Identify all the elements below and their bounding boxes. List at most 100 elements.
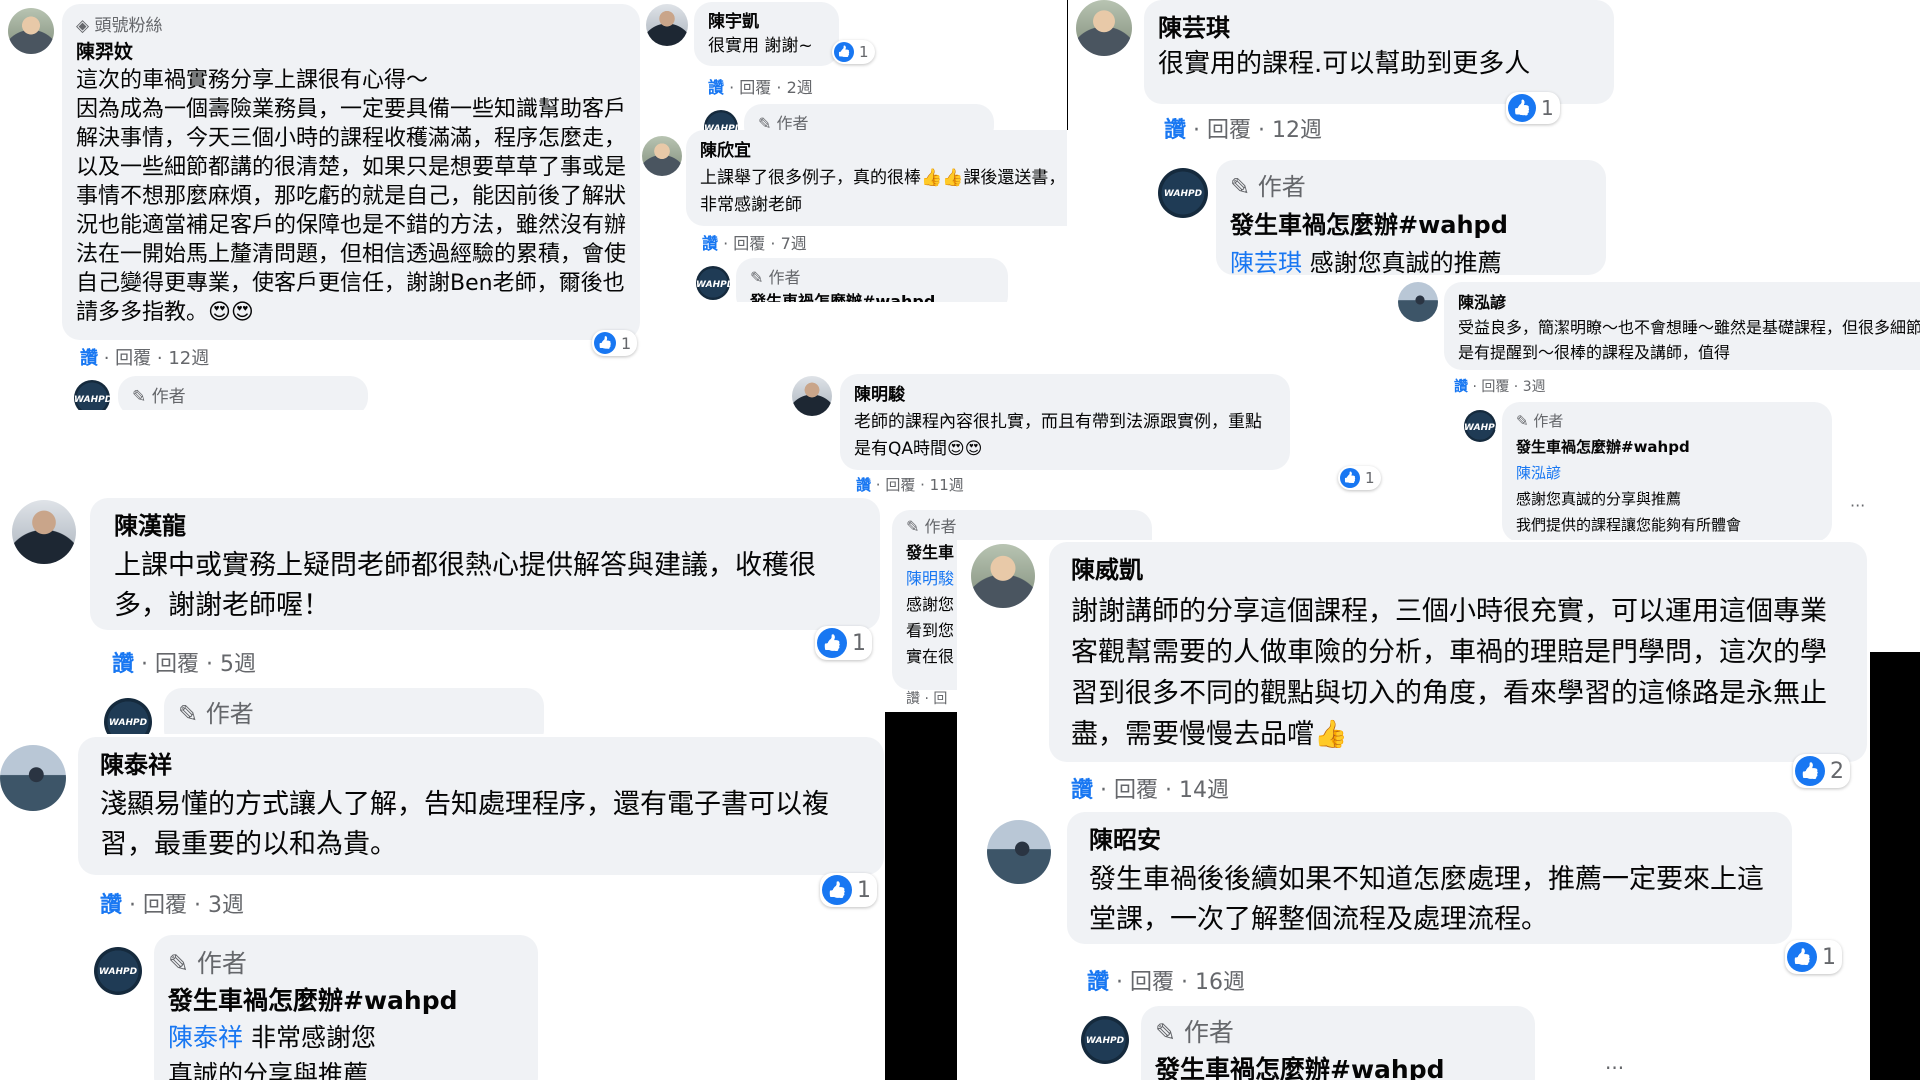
- reply-link[interactable]: 回覆: [885, 476, 915, 494]
- timestamp[interactable]: 2週: [787, 78, 813, 97]
- reply-link[interactable]: 回覆: [1481, 379, 1509, 395]
- mention-tag[interactable]: 陳芸琪: [1230, 249, 1302, 275]
- reaction-count[interactable]: 2: [1793, 754, 1850, 788]
- author-reply-bubble: ✎ 作者: [164, 688, 544, 734]
- reaction-count[interactable]: 1: [592, 330, 638, 356]
- page-name[interactable]: 發生車禍怎麼辦#wahpd: [1230, 206, 1592, 244]
- like-link[interactable]: 讚: [80, 348, 98, 369]
- commenter-name[interactable]: 陳泓諺: [1458, 290, 1920, 315]
- pen-icon: ✎: [1230, 173, 1258, 201]
- like-link[interactable]: 讚: [702, 234, 718, 253]
- reply-link[interactable]: 回覆: [143, 893, 187, 918]
- like-link[interactable]: 讚: [112, 652, 134, 677]
- page-name[interactable]: 發生車禍怎麼辦#wahpd: [168, 982, 524, 1019]
- page-avatar[interactable]: WAHPD: [104, 698, 152, 734]
- page-name[interactable]: 發生車禍怎麼辦#wahpd: [750, 288, 994, 302]
- author-reply-bubble: ✎ 作者 發生車禍怎麼辦#wahpd: [1141, 1006, 1535, 1080]
- avatar[interactable]: [8, 8, 54, 54]
- mention-tag[interactable]: 陳泓諺: [1516, 460, 1818, 486]
- reaction-count[interactable]: 1: [1506, 92, 1560, 124]
- commenter-name[interactable]: 陳漢龍: [114, 506, 866, 546]
- comment-text: 謝謝講師的分享這個課程，三個小時很充實，可以運用這個專業客觀幫需要的人做車險的分…: [1071, 596, 1827, 750]
- avatar[interactable]: [987, 820, 1051, 884]
- page-avatar[interactable]: WAHPD: [94, 947, 142, 995]
- comment-card-8: 陳威凱 謝謝講師的分享這個課程，三個小時很充實，可以運用這個專業客觀幫需要的人做…: [957, 540, 1870, 810]
- timestamp[interactable]: 16週: [1195, 970, 1245, 995]
- like-link[interactable]: 讚: [708, 78, 724, 97]
- commenter-name[interactable]: 陳芸琪: [1158, 10, 1600, 46]
- page-avatar[interactable]: WAHPD: [1464, 410, 1496, 442]
- pen-icon: ✎: [132, 387, 152, 407]
- timestamp[interactable]: 14週: [1179, 778, 1229, 803]
- comment-text: 上課中或實務上疑問老師都很熱心提供解答與建議，收穫很多，謝謝老師喔！: [114, 550, 816, 621]
- like-icon: [1795, 756, 1825, 786]
- page-avatar[interactable]: WAHPD: [74, 380, 110, 410]
- commenter-name[interactable]: 陳欣宜: [700, 138, 1067, 165]
- reply-link[interactable]: 回覆: [1130, 970, 1174, 995]
- avatar[interactable]: [1076, 0, 1132, 56]
- reaction-count[interactable]: 1: [1785, 940, 1842, 974]
- diamond-icon: ◈: [76, 16, 95, 36]
- like-link[interactable]: 讚: [856, 476, 871, 494]
- reaction-count[interactable]: 1: [815, 626, 872, 660]
- page-name[interactable]: 發生車禍怎麼辦#wahpd: [1155, 1051, 1521, 1080]
- pen-icon: ✎: [1516, 412, 1534, 430]
- author-reply-bubble: ✎ 作者: [118, 376, 368, 410]
- timestamp[interactable]: 12週: [168, 348, 209, 369]
- avatar[interactable]: [792, 376, 832, 416]
- commenter-name[interactable]: 陳明駿: [854, 382, 1276, 409]
- commenter-name[interactable]: 陳威凱: [1071, 550, 1853, 591]
- avatar[interactable]: [971, 544, 1035, 608]
- commenter-name[interactable]: 陳宇凱: [708, 10, 825, 34]
- commenter-name[interactable]: 陳泰祥: [100, 745, 870, 785]
- reply-link[interactable]: 回覆: [115, 348, 151, 369]
- comment-actions: 讚 · 回覆 · 12週: [1164, 118, 1322, 143]
- reply-actions[interactable]: 讚 · 回: [906, 688, 947, 708]
- timestamp[interactable]: 12週: [1272, 118, 1322, 143]
- pen-icon: ✎: [178, 700, 206, 728]
- page-avatar[interactable]: WAHPD: [1081, 1016, 1129, 1064]
- like-icon: [1787, 942, 1817, 972]
- reply-link[interactable]: 回覆: [739, 78, 771, 97]
- comment-text: 淺顯易懂的方式讓人了解，告知處理程序，還有電子書可以複習，最重要的以和為貴。: [100, 789, 829, 860]
- comment-bubble: 陳泓諺 受益良多，簡潔明瞭～也不會想睡～雖然是基礎課程，但很多細節都還是有提醒到…: [1444, 282, 1920, 370]
- commenter-name[interactable]: 陳羿妏: [76, 38, 626, 66]
- comment-card-1: ◈ 頭號粉絲 陳羿妏 這次的車禍實務分享上課很有心得～ 因為成為一個壽險業務員，…: [0, 0, 645, 410]
- reaction-count[interactable]: 1: [1338, 466, 1381, 490]
- timestamp[interactable]: 3週: [208, 893, 244, 918]
- page-avatar[interactable]: WAHPD: [704, 110, 738, 130]
- like-link[interactable]: 讚: [1071, 778, 1093, 803]
- more-options-icon[interactable]: ···: [1605, 1056, 1624, 1080]
- avatar[interactable]: [12, 500, 76, 564]
- like-link[interactable]: 讚: [1164, 118, 1186, 143]
- reply-link[interactable]: 回覆: [1114, 778, 1158, 803]
- like-link[interactable]: 讚: [1454, 379, 1468, 395]
- more-options-icon[interactable]: ···: [1850, 496, 1865, 515]
- reply-link[interactable]: 回覆: [155, 652, 199, 677]
- comment-actions: 讚 · 回覆 · 7週: [702, 234, 807, 253]
- mention-tag[interactable]: 陳泰祥: [168, 1023, 243, 1052]
- reply-link[interactable]: 回覆: [1207, 118, 1251, 143]
- page-avatar[interactable]: WAHPD: [696, 266, 730, 300]
- timestamp[interactable]: 3週: [1523, 379, 1546, 395]
- avatar[interactable]: [642, 136, 682, 176]
- author-reply-bubble: ✎ 作者: [744, 104, 994, 130]
- reply-link[interactable]: 回覆: [733, 234, 765, 253]
- comment-card-5: 陳泓諺 受益良多，簡潔明瞭～也不會想睡～雖然是基礎課程，但很多細節都還是有提醒到…: [1398, 278, 1920, 540]
- timestamp[interactable]: 11週: [930, 476, 964, 494]
- avatar[interactable]: [1398, 282, 1438, 322]
- avatar[interactable]: [646, 4, 688, 46]
- page-name[interactable]: 發生車禍怎麼辦#wahpd: [1516, 434, 1818, 460]
- like-link[interactable]: 讚: [100, 893, 122, 918]
- reaction-count[interactable]: 1: [832, 40, 875, 64]
- avatar[interactable]: [0, 745, 66, 811]
- page-avatar[interactable]: WAHPD: [1158, 168, 1208, 218]
- pen-icon: ✎: [906, 517, 925, 536]
- commenter-name[interactable]: 陳昭安: [1089, 820, 1778, 860]
- like-link[interactable]: 讚: [1087, 970, 1109, 995]
- reaction-count[interactable]: 1: [820, 873, 877, 907]
- comment-bubble: 陳明駿 老師的課程內容很扎實，而且有帶到法源跟實例，重點是有QA時間😍😍: [840, 374, 1290, 470]
- like-icon: [1340, 468, 1360, 488]
- timestamp[interactable]: 7週: [781, 234, 807, 253]
- timestamp[interactable]: 5週: [220, 652, 256, 677]
